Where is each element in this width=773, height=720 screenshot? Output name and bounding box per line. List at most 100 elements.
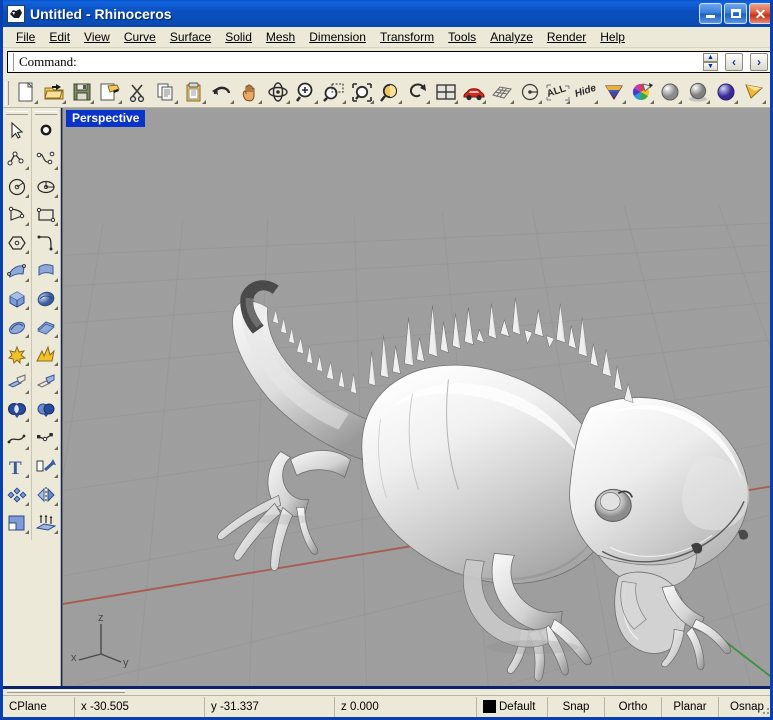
axis-label-z: z: [98, 612, 104, 624]
rotate-icon[interactable]: [404, 80, 432, 106]
zoom-in-icon[interactable]: [292, 80, 320, 106]
menu-curve[interactable]: Curve: [117, 28, 163, 46]
cplane-indicator: CPlane: [3, 697, 75, 717]
corner-curve-icon[interactable]: [33, 229, 60, 257]
split-icon[interactable]: [4, 369, 31, 397]
menu-solid[interactable]: Solid: [218, 28, 259, 46]
layer-icon[interactable]: [4, 509, 31, 537]
menu-render[interactable]: Render: [540, 28, 593, 46]
viewport-layout-icon[interactable]: [432, 80, 460, 106]
planar-toggle[interactable]: Planar: [662, 697, 719, 717]
spinner-up-icon[interactable]: ▲: [703, 53, 718, 62]
rendered-sphere-icon[interactable]: [712, 80, 740, 106]
point-circle-icon[interactable]: [516, 80, 544, 106]
ellipse-icon[interactable]: [33, 173, 60, 201]
zoom-selected-icon[interactable]: [376, 80, 404, 106]
command-prev-button[interactable]: ‹: [725, 53, 743, 71]
tool-palette-empty-area: [3, 540, 61, 686]
coord-x: x -30.505: [75, 697, 205, 717]
grid-snap-icon[interactable]: [488, 80, 516, 106]
command-input[interactable]: [77, 53, 703, 71]
undo-icon[interactable]: [208, 80, 236, 106]
point-object-icon[interactable]: [33, 117, 60, 145]
surface-sweep-icon[interactable]: [33, 257, 60, 285]
curve-blend-icon[interactable]: [4, 425, 31, 453]
perspective-viewport[interactable]: Perspective z x y: [62, 108, 773, 686]
zoom-window-icon[interactable]: [320, 80, 348, 106]
boolean-union-icon[interactable]: [4, 397, 31, 425]
toolbar-drag-grip[interactable]: [5, 81, 9, 105]
surface-patch-icon[interactable]: [33, 313, 60, 341]
menu-tools[interactable]: Tools: [441, 28, 483, 46]
curve-point-edit-icon[interactable]: [33, 425, 60, 453]
boolean-difference-icon[interactable]: [33, 397, 60, 425]
text-tool-icon[interactable]: T: [4, 453, 31, 481]
menu-edit[interactable]: Edit: [42, 28, 77, 46]
snap-toggle[interactable]: Snap: [548, 697, 605, 717]
lizard-mesh[interactable]: [63, 108, 773, 685]
menu-transform[interactable]: Transform: [373, 28, 441, 46]
explode-icon[interactable]: [33, 341, 60, 369]
shade-icon[interactable]: [600, 80, 628, 106]
color-wheel-icon[interactable]: [628, 80, 656, 106]
menu-analyze[interactable]: Analyze: [483, 28, 540, 46]
curve-interp-icon[interactable]: [33, 145, 60, 173]
axis-label-y: y: [123, 657, 129, 668]
menu-render-label: Render: [547, 30, 586, 44]
save-file-icon[interactable]: [68, 80, 96, 106]
minimize-button[interactable]: [699, 3, 722, 24]
rectangle-icon[interactable]: [33, 201, 60, 229]
new-file-icon[interactable]: [12, 80, 40, 106]
resize-grip[interactable]: [761, 702, 773, 716]
menu-mesh[interactable]: Mesh: [259, 28, 302, 46]
command-history-spinner[interactable]: ▲ ▼: [703, 53, 718, 71]
menu-dimension[interactable]: Dimension: [302, 28, 373, 46]
mirror-icon[interactable]: [33, 481, 60, 509]
circle-icon[interactable]: [4, 173, 31, 201]
menu-view[interactable]: View: [77, 28, 117, 46]
sphere-icon[interactable]: [33, 285, 60, 313]
spinner-down-icon[interactable]: ▼: [703, 62, 718, 71]
print-icon[interactable]: [96, 80, 124, 106]
cut-icon[interactable]: [124, 80, 152, 106]
rotate-view-icon[interactable]: [264, 80, 292, 106]
hide-objects-icon[interactable]: Hide: [572, 80, 600, 106]
render-car-icon[interactable]: [460, 80, 488, 106]
status-drag-grip[interactable]: [7, 690, 125, 693]
command-next-button[interactable]: ›: [750, 53, 768, 71]
open-file-icon[interactable]: [40, 80, 68, 106]
wireframe-sphere-icon[interactable]: [656, 80, 684, 106]
polygon-icon[interactable]: [4, 229, 31, 257]
polyline-icon[interactable]: [4, 145, 31, 173]
select-arrow-icon[interactable]: [4, 117, 31, 145]
dimension-linear-icon[interactable]: [33, 453, 60, 481]
menu-file[interactable]: File: [9, 28, 42, 46]
palette-drag-grip-right[interactable]: [35, 111, 57, 115]
revolve-icon[interactable]: [4, 313, 31, 341]
paste-icon[interactable]: [180, 80, 208, 106]
axis-label-x: x: [71, 652, 77, 664]
maximize-button[interactable]: [724, 3, 747, 24]
close-button[interactable]: ✕: [749, 3, 772, 24]
pan-hand-icon[interactable]: [236, 80, 264, 106]
surface-loft-icon[interactable]: [4, 257, 31, 285]
extrude-icon[interactable]: [33, 509, 60, 537]
shaded-sphere-icon[interactable]: [684, 80, 712, 106]
zoom-extents-icon[interactable]: [348, 80, 376, 106]
viewport-label[interactable]: Perspective: [66, 110, 145, 127]
svg-text:Hide: Hide: [574, 83, 598, 100]
spotlight-icon[interactable]: [740, 80, 768, 106]
layer-indicator[interactable]: Default: [477, 697, 548, 717]
select-all-icon[interactable]: ALL: [544, 80, 572, 106]
layer-name: Default: [499, 701, 535, 713]
trim-icon[interactable]: [33, 369, 60, 397]
ortho-toggle[interactable]: Ortho: [605, 697, 662, 717]
menu-help[interactable]: Help: [593, 28, 632, 46]
menu-surface[interactable]: Surface: [163, 28, 218, 46]
array-icon[interactable]: [4, 481, 31, 509]
fillet-star-icon[interactable]: [4, 341, 31, 369]
arc-icon[interactable]: [4, 201, 31, 229]
box-icon[interactable]: [4, 285, 31, 313]
copy-icon[interactable]: [152, 80, 180, 106]
palette-drag-grip-left[interactable]: [6, 111, 28, 115]
